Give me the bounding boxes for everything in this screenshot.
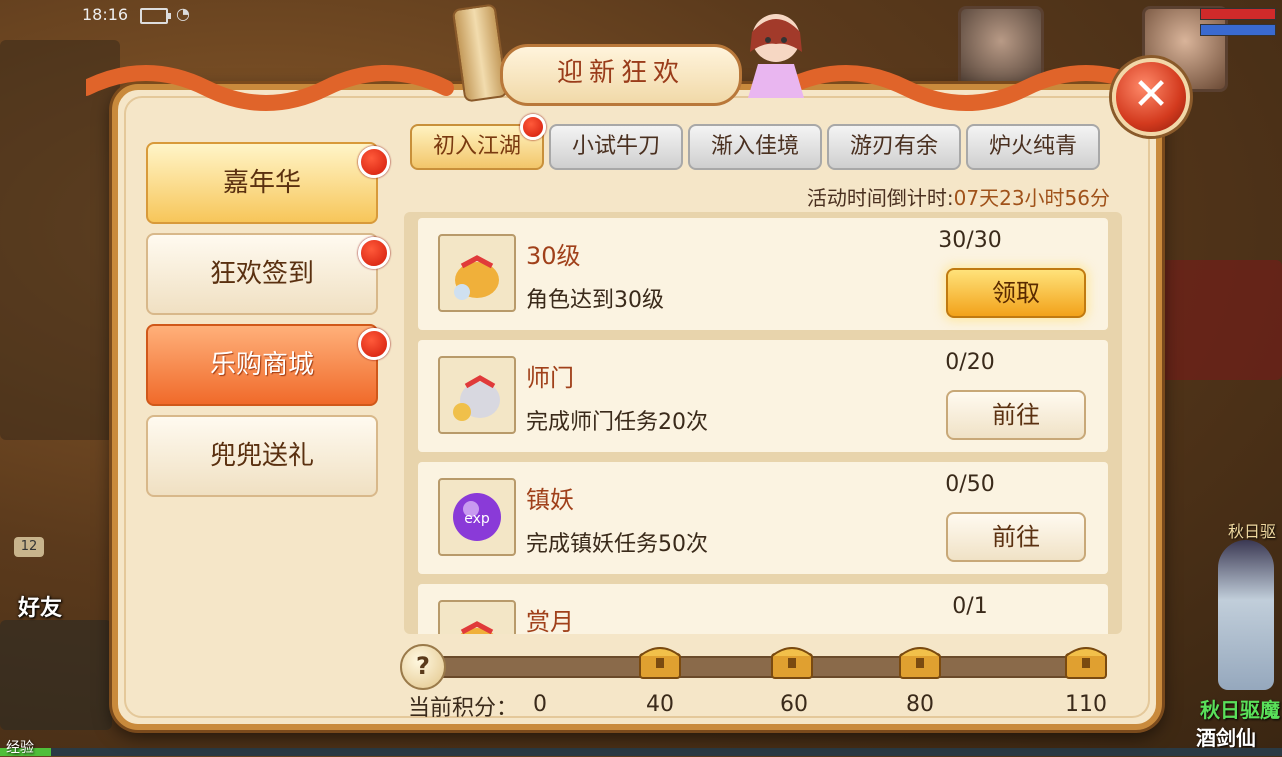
- score-milestone: 80: [906, 692, 934, 717]
- countdown-label: 活动时间倒计时:: [806, 186, 954, 210]
- close-button[interactable]: ✕: [1112, 58, 1190, 136]
- score-label: 当前积分：: [408, 696, 519, 721]
- side-item-label: 兜兜送礼: [209, 441, 314, 471]
- goto-button[interactable]: 前往: [946, 390, 1086, 440]
- hp-bar: [1200, 8, 1276, 20]
- pet-portrait[interactable]: [958, 6, 1044, 92]
- task-desc: 完成师门任务20次: [526, 410, 708, 435]
- npc-title: 秋日驱魔: [1200, 698, 1280, 722]
- claim-button[interactable]: 领取: [946, 268, 1086, 318]
- mascot-girl-icon: [748, 14, 804, 98]
- task-progress: 0/1: [952, 594, 988, 619]
- exp-label: 经验: [6, 740, 34, 756]
- friend-button[interactable]: 好友: [18, 590, 62, 622]
- battery-icon: [140, 8, 171, 24]
- status-time: 18:16: [82, 5, 129, 24]
- countdown-value: 07天23小时56分: [953, 186, 1110, 210]
- task-desc: 角色达到30级: [526, 288, 664, 313]
- notification-dot-icon: [358, 328, 390, 360]
- exp-bar: [0, 748, 1282, 756]
- treasure-chest-icon[interactable]: [896, 640, 944, 680]
- side-menu: 嘉年华 狂欢签到 乐购商城 兜兜送礼: [146, 142, 390, 506]
- task-progress: 30/30: [938, 228, 1002, 253]
- npc-quest-label: 秋日驱: [1227, 522, 1276, 541]
- task-name: 30级: [526, 242, 581, 270]
- tab-label: 游刃有余: [849, 134, 938, 159]
- npc-name: 酒剑仙: [1196, 726, 1256, 750]
- task-row: exp 镇妖 完成镇妖任务50次 0/50 前往: [418, 462, 1108, 574]
- mp-bar: [1200, 24, 1276, 36]
- gift-bag-icon: [438, 600, 516, 634]
- task-list[interactable]: 30级 角色达到30级 30/30 领取 师门 完成师门任务20次 0/20 前…: [404, 212, 1122, 634]
- score-milestone: 40: [646, 692, 674, 717]
- gift-bag-icon: [438, 356, 516, 434]
- tab-label: 小试牛刀: [571, 134, 660, 159]
- notification-dot-icon: [520, 114, 546, 140]
- task-desc: 完成镇妖任务50次: [526, 532, 708, 557]
- tab-stage-3[interactable]: 渐入佳境: [688, 124, 822, 170]
- side-item-label: 乐购商城: [209, 350, 314, 380]
- gift-bag-icon: [438, 234, 516, 312]
- task-name: 师门: [526, 364, 574, 392]
- side-item-label: 狂欢签到: [209, 259, 314, 289]
- side-item-gift[interactable]: 兜兜送礼: [146, 415, 378, 497]
- task-name: 镇妖: [526, 486, 574, 514]
- side-item-carnival[interactable]: 嘉年华: [146, 142, 390, 224]
- task-row: 30级 角色达到30级 30/30 领取: [418, 218, 1108, 330]
- task-row: 师门 完成师门任务20次 0/20 前往: [418, 340, 1108, 452]
- task-name: 赏月: [526, 608, 574, 634]
- tab-label: 初入江湖: [432, 134, 521, 159]
- help-icon[interactable]: ?: [400, 644, 446, 690]
- score-current: 0: [533, 692, 547, 717]
- wifi-icon: ◔: [176, 4, 190, 23]
- scene-roof: [1160, 260, 1282, 380]
- tab-label: 渐入佳境: [710, 134, 799, 159]
- task-progress: 0/50: [945, 472, 995, 497]
- tab-label: 炉火纯青: [988, 134, 1077, 159]
- side-item-signin[interactable]: 狂欢签到: [146, 233, 390, 315]
- treasure-chest-icon[interactable]: [636, 640, 684, 680]
- event-countdown: 活动时间倒计时:07天23小时56分: [730, 182, 1110, 211]
- svg-text:exp: exp: [464, 511, 490, 527]
- side-item-label: 嘉年华: [222, 168, 301, 198]
- notification-dot-icon: [358, 146, 390, 178]
- dialog-title: 迎新狂欢: [500, 44, 742, 106]
- score-milestone: 110: [1065, 692, 1107, 717]
- tab-stage-1[interactable]: 初入江湖: [410, 114, 546, 170]
- scene-ground: [0, 620, 112, 730]
- tab-stage-5[interactable]: 炉火纯青: [966, 124, 1100, 170]
- score-progress-track: [430, 656, 1104, 678]
- score-milestone: 60: [780, 692, 808, 717]
- tab-stage-2[interactable]: 小试牛刀: [549, 124, 683, 170]
- exp-orb-icon: exp: [438, 478, 516, 556]
- scene-building: [0, 40, 120, 440]
- treasure-chest-icon[interactable]: [768, 640, 816, 680]
- npc-character[interactable]: [1218, 540, 1274, 690]
- notification-dot-icon: [358, 237, 390, 269]
- side-item-shop[interactable]: 乐购商城: [146, 324, 390, 406]
- task-progress: 0/20: [945, 350, 995, 375]
- device-status-bar: 18:16 ◔: [0, 0, 260, 30]
- tab-stage-4[interactable]: 游刃有余: [827, 124, 961, 170]
- treasure-chest-icon[interactable]: [1062, 640, 1110, 680]
- task-row: 赏月 0/1: [418, 584, 1108, 634]
- friend-level-badge: 12: [14, 537, 44, 557]
- goto-button[interactable]: 前往: [946, 512, 1086, 562]
